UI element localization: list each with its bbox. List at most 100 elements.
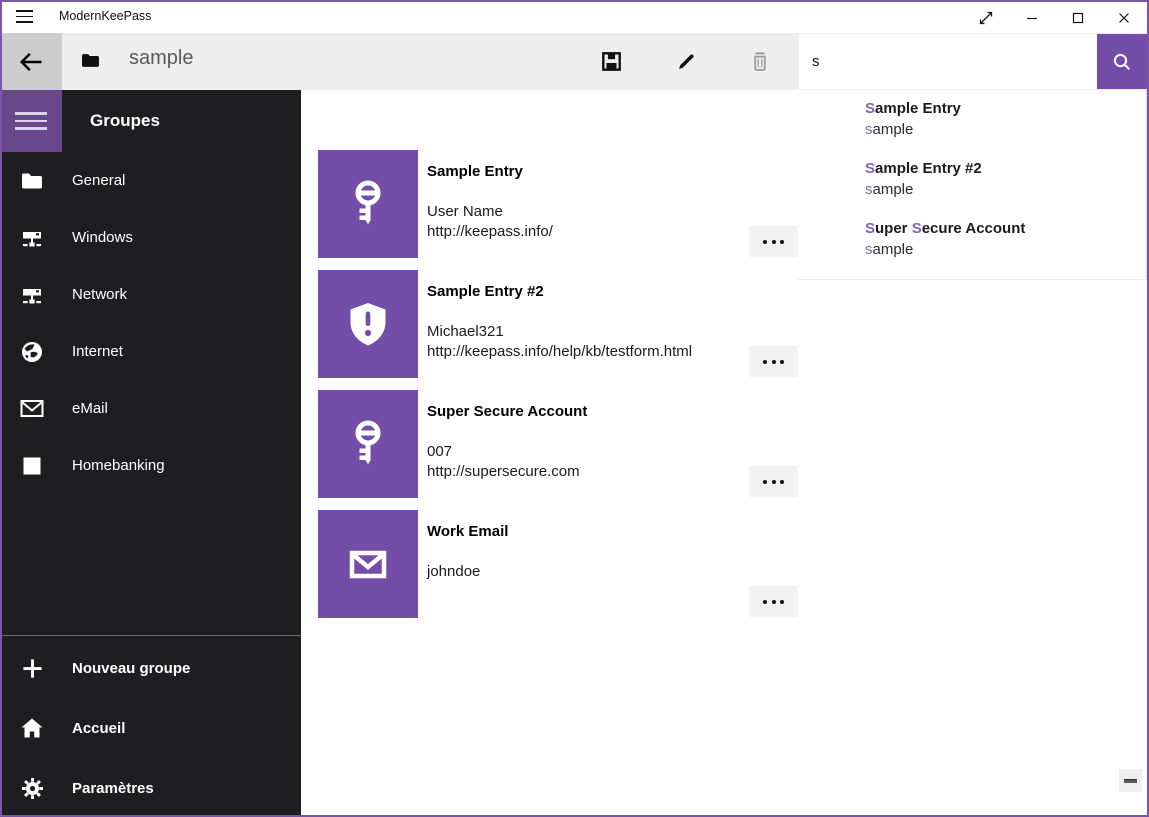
entry-row: Super Secure Account 007 http://supersec… — [318, 390, 799, 498]
sidebar-hamburger-button[interactable] — [0, 90, 62, 152]
save-icon — [601, 51, 622, 72]
app-window: ModernKeePass — [0, 0, 1149, 817]
trash-icon — [750, 51, 770, 72]
entry-title: Sample Entry — [427, 162, 523, 182]
back-arrow-icon — [17, 48, 45, 76]
new-group-button[interactable]: Nouveau groupe — [0, 638, 301, 698]
sidebar-footer: Nouveau groupe Accueil — [0, 638, 301, 817]
key-icon — [340, 416, 396, 472]
entry-details: User Name http://keepass.info/ — [427, 202, 553, 242]
exit-fullscreen-icon — [978, 10, 994, 26]
globe-icon — [20, 340, 44, 364]
sidebar-item-label: Internet — [72, 343, 123, 360]
entry-details: johndoe — [427, 562, 480, 582]
sidebar-separator — [0, 635, 301, 636]
entry-title: Sample Entry #2 — [427, 282, 544, 302]
edit-button[interactable] — [662, 33, 710, 90]
entry-details: 007 http://supersecure.com — [427, 442, 580, 482]
entry-username: 007 — [427, 442, 580, 462]
folder-icon — [20, 172, 44, 190]
sidebar-item-label: Nouveau groupe — [72, 660, 190, 677]
home-button[interactable]: Accueil — [0, 698, 301, 758]
close-button[interactable] — [1101, 2, 1147, 33]
entry-url: http://supersecure.com — [427, 462, 580, 482]
home-icon — [20, 717, 44, 739]
database-folder-icon — [81, 53, 100, 73]
edit-pencil-icon — [676, 51, 697, 72]
window-controls — [963, 2, 1147, 33]
search-result-title: Sample Entry #2 — [865, 159, 1125, 179]
entry-row: Sample Entry #2 Michael321 http://keepas… — [318, 270, 799, 378]
search-result-item[interactable]: Super Secure Account sample — [865, 219, 1125, 260]
sidebar-heading: Groupes — [90, 90, 160, 152]
sidebar-item-label: Windows — [72, 229, 133, 246]
key-icon — [340, 176, 396, 232]
search-result-title: Sample Entry — [865, 99, 1125, 119]
window-title: ModernKeePass — [59, 0, 151, 33]
entry-username: User Name — [427, 202, 553, 222]
delete-button[interactable] — [736, 33, 784, 90]
entry-username: johndoe — [427, 562, 480, 582]
zoom-out-button[interactable] — [1119, 769, 1142, 792]
search-result-subtitle: sample — [865, 120, 1125, 140]
search-result-title: Super Secure Account — [865, 219, 1125, 239]
sidebar: Groupes General Windows Network — [0, 90, 301, 817]
maximize-button[interactable] — [1055, 2, 1101, 33]
exit-fullscreen-button[interactable] — [963, 2, 1009, 33]
more-options-button[interactable] — [749, 466, 798, 497]
titlebar-hamburger-icon[interactable] — [0, 0, 48, 33]
back-button[interactable] — [0, 33, 62, 90]
search-button[interactable] — [1097, 34, 1147, 89]
save-button[interactable] — [587, 33, 635, 90]
sidebar-item-windows[interactable]: Windows — [0, 209, 301, 266]
entry-row: Work Email johndoe — [318, 510, 799, 618]
sidebar-item-label: General — [72, 172, 125, 189]
square-icon — [20, 457, 44, 475]
minimize-button[interactable] — [1009, 2, 1055, 33]
database-title: sample — [129, 47, 193, 70]
sidebar-item-general[interactable]: General — [0, 152, 301, 209]
sidebar-item-label: Accueil — [72, 720, 125, 737]
sidebar-item-label: Network — [72, 286, 127, 303]
minimize-icon — [1024, 10, 1040, 26]
minus-icon — [1124, 779, 1137, 783]
search-result-subtitle: sample — [865, 240, 1125, 260]
entry-title: Super Secure Account — [427, 402, 587, 422]
sidebar-item-network[interactable]: Network — [0, 266, 301, 323]
title-bar: ModernKeePass — [0, 0, 1149, 33]
sidebar-item-internet[interactable]: Internet — [0, 323, 301, 380]
entry-url: http://keepass.info/ — [427, 222, 553, 242]
entry-username: Michael321 — [427, 322, 692, 342]
search-result-subtitle: sample — [865, 180, 1125, 200]
entry-tile[interactable] — [318, 270, 418, 378]
close-icon — [1116, 10, 1132, 26]
search-icon — [1111, 51, 1133, 73]
sidebar-item-email[interactable]: eMail — [0, 380, 301, 437]
search-results-dropdown: Sample Entry sample Sample Entry #2 samp… — [798, 90, 1147, 280]
search-input[interactable] — [799, 34, 1097, 89]
entry-row: Sample Entry User Name http://keepass.in… — [318, 150, 799, 258]
entry-title: Work Email — [427, 522, 508, 542]
shield-alert-icon — [340, 296, 396, 352]
entry-tile[interactable] — [318, 150, 418, 258]
more-options-button[interactable] — [749, 226, 798, 257]
group-list: General Windows Network Internet — [0, 152, 301, 494]
entry-tile[interactable] — [318, 510, 418, 618]
search-result-item[interactable]: Sample Entry #2 sample — [865, 159, 1125, 200]
entry-details: Michael321 http://keepass.info/help/kb/t… — [427, 322, 692, 362]
workgroup-icon — [20, 284, 44, 306]
entry-url: http://keepass.info/help/kb/testform.htm… — [427, 342, 692, 362]
more-options-button[interactable] — [749, 586, 798, 617]
more-options-button[interactable] — [749, 346, 798, 377]
envelope-icon — [20, 399, 44, 418]
workgroup-icon — [20, 227, 44, 249]
app-bar: sample — [0, 33, 1149, 90]
plus-icon — [20, 657, 44, 680]
sidebar-item-label: eMail — [72, 400, 108, 417]
settings-button[interactable]: Paramètres — [0, 758, 301, 817]
sidebar-item-label: Paramètres — [72, 780, 154, 797]
entry-tile[interactable] — [318, 390, 418, 498]
gear-icon — [20, 777, 44, 800]
search-result-item[interactable]: Sample Entry sample — [865, 99, 1125, 140]
sidebar-item-homebanking[interactable]: Homebanking — [0, 437, 301, 494]
